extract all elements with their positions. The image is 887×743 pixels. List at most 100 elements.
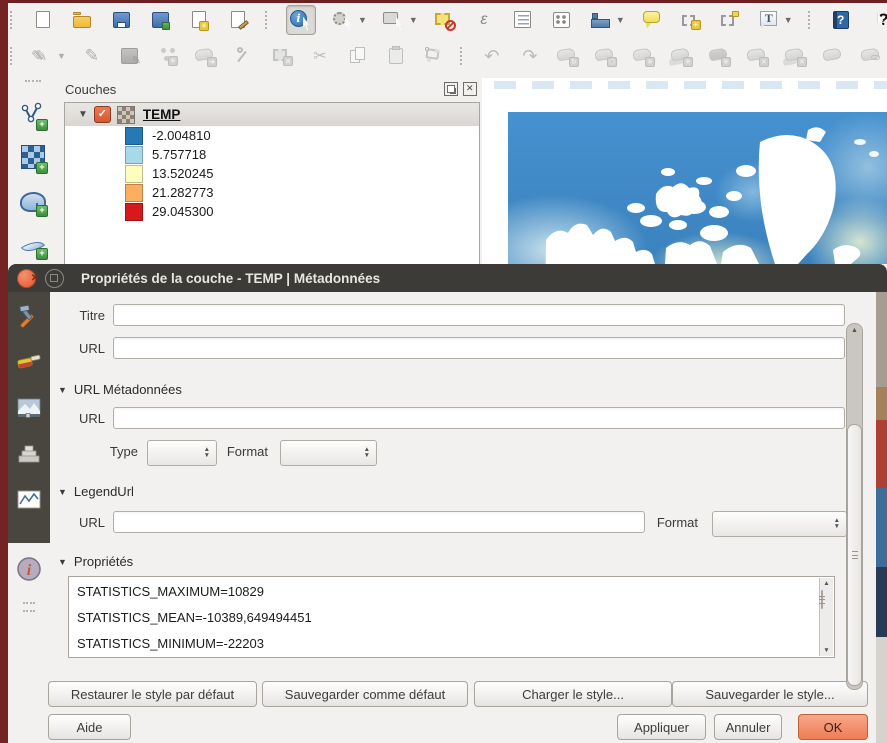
dialog-titlebar[interactable]: Propriétés de la couche - TEMP | Métadon… bbox=[8, 264, 887, 292]
legend-format-combobox[interactable]: ▲▼ bbox=[712, 511, 847, 537]
run-feature-action-button[interactable]: ▼ bbox=[331, 8, 367, 32]
property-list-item[interactable]: STATISTICS_MEAN=-10389,649494451 bbox=[69, 605, 834, 631]
save-as-default-button[interactable]: Sauvegarder comme défaut bbox=[262, 681, 468, 707]
new-print-composer-button[interactable] bbox=[187, 8, 211, 32]
apply-button[interactable]: Appliquer bbox=[617, 714, 706, 740]
scrollbar-thumb[interactable] bbox=[847, 424, 862, 686]
metadata-url-input[interactable] bbox=[113, 407, 845, 429]
map-canvas[interactable] bbox=[482, 78, 887, 264]
scrollbar-thumb[interactable] bbox=[821, 590, 823, 609]
type-combobox[interactable]: ▲▼ bbox=[147, 440, 217, 466]
legend-class-row[interactable]: 21.282773 bbox=[65, 183, 479, 202]
format-combobox[interactable]: ▲▼ bbox=[280, 440, 377, 466]
toolbar-separator bbox=[460, 47, 466, 65]
properties-section-header[interactable]: ▼ Propriétés bbox=[58, 554, 133, 569]
text-annotation-button[interactable]: ▼ bbox=[757, 8, 793, 32]
composer-manager-icon bbox=[226, 8, 250, 32]
scroll-up-icon[interactable]: ▲ bbox=[847, 327, 862, 334]
legend-class-row[interactable]: 5.757718 bbox=[65, 145, 479, 164]
legend-url-input[interactable] bbox=[113, 511, 645, 533]
url-input[interactable] bbox=[113, 337, 845, 359]
dropdown-arrow-icon[interactable]: ▼ bbox=[616, 15, 625, 25]
save-style-button[interactable]: Sauvegarder le style... bbox=[672, 681, 868, 707]
metadata-url-label: URL bbox=[48, 411, 105, 426]
rotate-point-symbols-icon bbox=[422, 44, 446, 68]
property-list-item[interactable]: STATISTICS_MINIMUM=-22203 bbox=[69, 631, 834, 657]
panel-float-button[interactable] bbox=[444, 82, 458, 96]
qgis-screen: ▼▼▼▼ ▼ + + + + + bbox=[0, 0, 887, 743]
select-features-button[interactable]: ▼ bbox=[382, 8, 418, 32]
layers-panel: Couches ▼ ✓ TEMP -2.0048105.75771813.520… bbox=[58, 78, 482, 264]
paste-features-icon bbox=[384, 44, 408, 68]
composer-manager-button[interactable] bbox=[226, 8, 250, 32]
listbox-scrollbar[interactable]: ▲ ▼ bbox=[819, 578, 833, 656]
property-list-item[interactable]: STATISTICS_MAXIMUM=10829 bbox=[69, 579, 834, 605]
dropdown-arrow-icon[interactable]: ▼ bbox=[784, 15, 793, 25]
histogram-icon bbox=[16, 487, 42, 513]
type-label: Type bbox=[78, 444, 138, 459]
dropdown-arrow-icon: ▼ bbox=[57, 51, 66, 61]
cancel-button[interactable]: Annuler bbox=[714, 714, 782, 740]
legend-class-row[interactable]: 29.045300 bbox=[65, 202, 479, 221]
dialog-close-button[interactable] bbox=[17, 269, 36, 288]
sidebar-grip[interactable] bbox=[23, 602, 35, 612]
open-project-button[interactable] bbox=[70, 8, 94, 32]
tab-pyramids[interactable] bbox=[12, 438, 46, 470]
dropdown-arrow-icon[interactable]: ▼ bbox=[358, 15, 367, 25]
layer-checkbox[interactable]: ✓ bbox=[94, 106, 111, 123]
delete-part-icon bbox=[784, 44, 808, 68]
expand-arrow-icon[interactable]: ▼ bbox=[78, 109, 88, 120]
dialog-restore-button[interactable] bbox=[45, 269, 64, 288]
annotation-button[interactable] bbox=[718, 8, 742, 32]
help-contents-button[interactable] bbox=[829, 8, 853, 32]
new-project-button[interactable] bbox=[31, 8, 55, 32]
layer-name[interactable]: TEMP bbox=[143, 107, 181, 122]
restore-default-style-button[interactable]: Restaurer le style par défaut bbox=[48, 681, 257, 707]
layer-row-temp[interactable]: ▼ ✓ TEMP bbox=[65, 103, 479, 126]
map-tips-button[interactable] bbox=[640, 8, 664, 32]
add-raster-layer-button[interactable]: + bbox=[15, 135, 51, 178]
open-attribute-table-button[interactable] bbox=[511, 8, 535, 32]
deselect-features-icon bbox=[433, 8, 457, 32]
tab-histogram[interactable] bbox=[12, 484, 46, 516]
legend-class-row[interactable]: -2.004810 bbox=[65, 126, 479, 145]
measure-line-button[interactable]: ▼ bbox=[589, 8, 625, 32]
statistical-summary-button[interactable] bbox=[550, 8, 574, 32]
scroll-down-icon[interactable]: ▼ bbox=[820, 647, 833, 654]
legend-class-row[interactable]: 13.520245 bbox=[65, 164, 479, 183]
tab-metadata-selected[interactable]: i bbox=[8, 545, 50, 593]
save-project-icon bbox=[109, 8, 133, 32]
load-style-button[interactable]: Charger le style... bbox=[474, 681, 672, 707]
tab-general[interactable] bbox=[12, 300, 46, 332]
new-annotation-button[interactable] bbox=[679, 8, 703, 32]
window-edge-left bbox=[0, 0, 8, 743]
select-by-expression-button[interactable] bbox=[472, 8, 496, 32]
save-project-as-button[interactable] bbox=[148, 8, 172, 32]
dropdown-arrow-icon[interactable]: ▼ bbox=[409, 15, 418, 25]
collapse-arrow-icon: ▼ bbox=[58, 385, 67, 395]
add-postgis-layer-button[interactable]: + bbox=[15, 178, 51, 221]
add-vector-layer-button[interactable]: + bbox=[15, 92, 51, 135]
spinner-arrows-icon: ▲▼ bbox=[364, 447, 370, 459]
deselect-features-button[interactable] bbox=[433, 8, 457, 32]
titre-input[interactable] bbox=[113, 304, 845, 326]
spinner-arrows-icon: ▲▼ bbox=[834, 518, 840, 530]
metadata-url-section-header[interactable]: ▼ URL Métadonnées bbox=[58, 382, 182, 397]
legend-url-section-header[interactable]: ▼ LegendUrl bbox=[58, 484, 134, 499]
ok-button[interactable]: OK bbox=[798, 714, 868, 740]
tab-style[interactable] bbox=[12, 346, 46, 378]
add-feature-icon bbox=[156, 44, 180, 68]
tab-transparency[interactable] bbox=[12, 392, 46, 424]
help-button[interactable]: Aide bbox=[48, 714, 131, 740]
identify-features-button[interactable] bbox=[286, 5, 316, 35]
panel-close-button[interactable] bbox=[463, 82, 477, 96]
layers-tree[interactable]: ▼ ✓ TEMP -2.0048105.75771813.52024521.28… bbox=[64, 102, 480, 264]
tools-icon bbox=[16, 303, 42, 329]
whats-this-button[interactable] bbox=[868, 8, 887, 32]
save-project-button[interactable] bbox=[109, 8, 133, 32]
toolbar-grip[interactable] bbox=[25, 80, 41, 86]
scroll-up-icon[interactable]: ▲ bbox=[820, 580, 833, 587]
properties-listbox[interactable]: STATISTICS_MAXIMUM=10829STATISTICS_MEAN=… bbox=[68, 576, 835, 658]
dialog-scrollbar[interactable]: ▲ ▼ bbox=[846, 323, 863, 690]
add-spatialite-layer-button[interactable]: + bbox=[15, 221, 51, 264]
